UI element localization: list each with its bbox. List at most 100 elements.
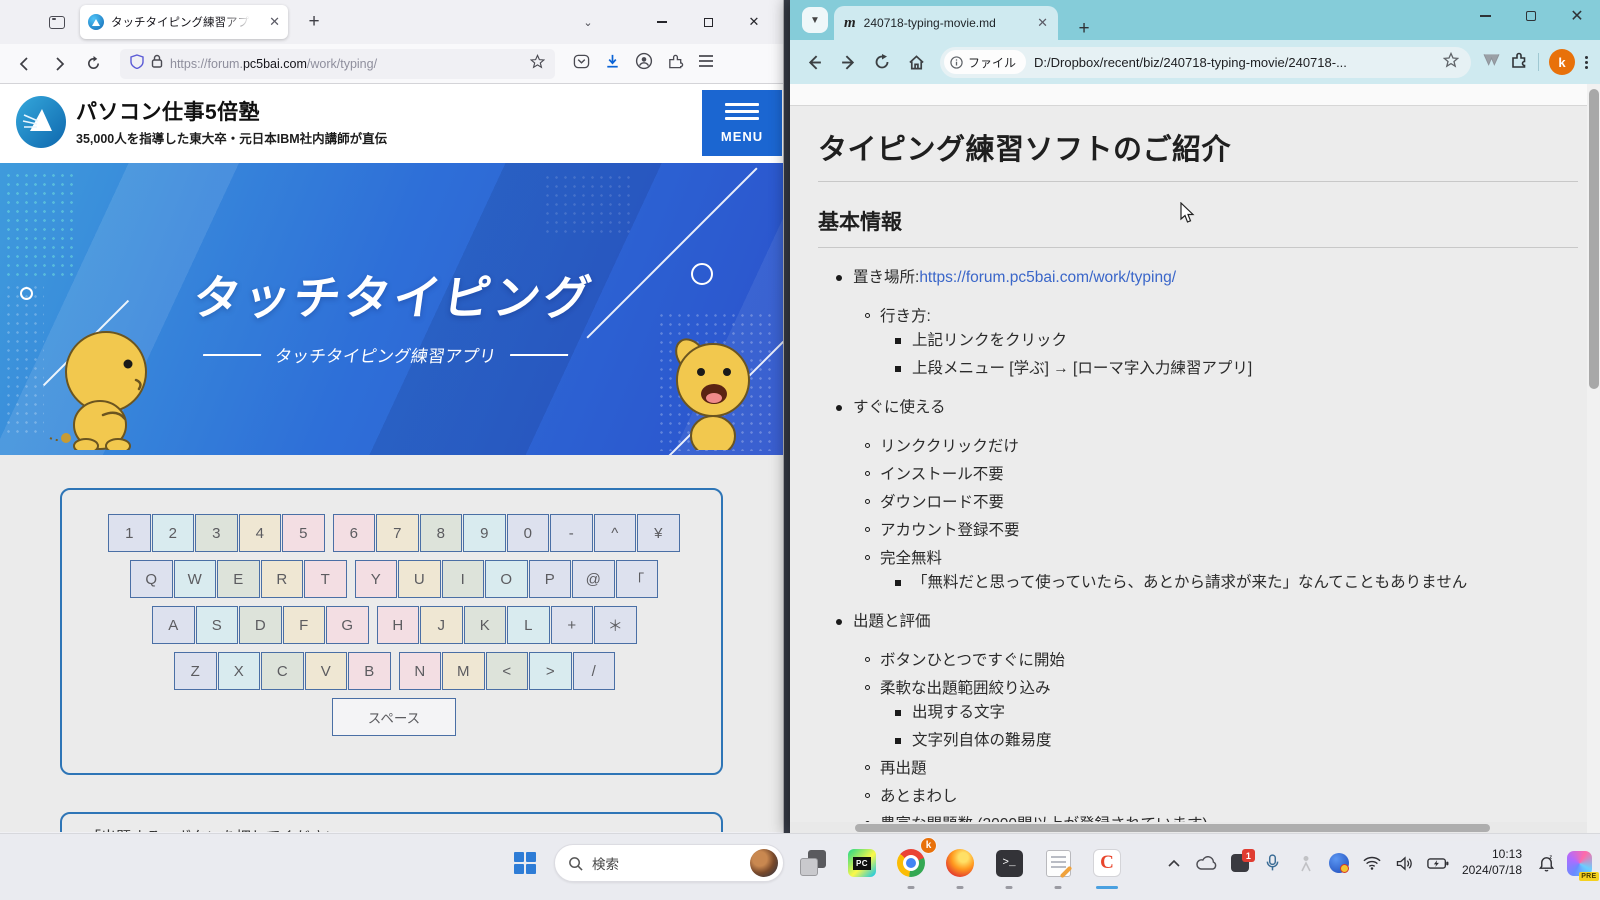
maximize-button[interactable] bbox=[1508, 0, 1554, 32]
pocket-icon[interactable] bbox=[573, 53, 590, 75]
new-tab-button[interactable]: + bbox=[300, 11, 328, 33]
maximize-button[interactable] bbox=[685, 5, 731, 39]
key-V[interactable]: V bbox=[305, 652, 348, 690]
account-icon[interactable] bbox=[635, 52, 653, 75]
taskbar-app-firefox[interactable] bbox=[940, 843, 980, 883]
key-8[interactable]: 8 bbox=[420, 514, 463, 552]
key-1[interactable]: 1 bbox=[108, 514, 151, 552]
reload-icon[interactable] bbox=[866, 47, 898, 77]
battery-icon[interactable] bbox=[1425, 846, 1451, 880]
doc-link[interactable]: https://forum.pc5bai.com/work/typing/ bbox=[919, 268, 1176, 288]
key-M[interactable]: M bbox=[442, 652, 485, 690]
taskbar-app-pycharm[interactable]: PC bbox=[842, 843, 882, 883]
notification-bell-dnd-icon[interactable]: z bbox=[1533, 846, 1559, 880]
key-¥[interactable]: ¥ bbox=[637, 514, 680, 552]
minimize-button[interactable] bbox=[639, 5, 685, 39]
key-9[interactable]: 9 bbox=[463, 514, 506, 552]
key-@[interactable]: @ bbox=[572, 560, 615, 598]
key-space[interactable]: スペース bbox=[332, 698, 456, 736]
file-scheme-chip[interactable]: ファイル bbox=[944, 50, 1026, 74]
tab-close-icon[interactable]: ✕ bbox=[269, 14, 280, 30]
pen-pairing-icon[interactable] bbox=[1293, 846, 1319, 880]
search-highlight-image[interactable] bbox=[750, 849, 778, 877]
key-2[interactable]: 2 bbox=[152, 514, 195, 552]
site-title[interactable]: パソコン仕事5倍塾 bbox=[76, 96, 260, 126]
copilot-icon[interactable]: PRE bbox=[1566, 846, 1592, 880]
list-tabs-chevron-icon[interactable]: ⌄ bbox=[571, 16, 605, 29]
address-bar[interactable]: ファイル D:/Dropbox/recent/biz/240718-typing… bbox=[940, 47, 1471, 78]
key-Z[interactable]: Z bbox=[174, 652, 217, 690]
close-button[interactable]: ✕ bbox=[1554, 0, 1600, 32]
tray-clock[interactable]: 10:13 2024/07/18 bbox=[1462, 847, 1522, 878]
key-3[interactable]: 3 bbox=[195, 514, 238, 552]
key-^[interactable]: ^ bbox=[594, 514, 637, 552]
key-R[interactable]: R bbox=[261, 560, 304, 598]
chrome-active-tab[interactable]: m 240718-typing-movie.md ✕ bbox=[834, 6, 1058, 40]
app-menu-icon[interactable] bbox=[698, 54, 714, 73]
key-I[interactable]: I bbox=[442, 560, 485, 598]
key-X[interactable]: X bbox=[218, 652, 261, 690]
taskbar-app-camtasia[interactable]: C bbox=[1087, 843, 1127, 883]
key-＊[interactable]: ＊ bbox=[594, 606, 637, 644]
tab-close-icon[interactable]: ✕ bbox=[1037, 15, 1048, 31]
taskbar-app-chrome[interactable]: k bbox=[891, 843, 931, 883]
key-5[interactable]: 5 bbox=[282, 514, 325, 552]
dropbox-icon[interactable]: 1 bbox=[1227, 846, 1253, 880]
volume-icon[interactable] bbox=[1392, 846, 1418, 880]
vimium-extension-icon[interactable] bbox=[1483, 53, 1500, 72]
taskbar-search[interactable]: 検索 bbox=[554, 844, 784, 882]
downloads-icon[interactable] bbox=[604, 53, 621, 75]
key-+[interactable]: + bbox=[551, 606, 594, 644]
key-Q[interactable]: Q bbox=[130, 560, 173, 598]
key->[interactable]: > bbox=[529, 652, 572, 690]
key-T[interactable]: T bbox=[304, 560, 347, 598]
new-tab-button[interactable]: + bbox=[1070, 18, 1098, 40]
start-button[interactable] bbox=[505, 843, 545, 883]
key-J[interactable]: J bbox=[420, 606, 463, 644]
key-P[interactable]: P bbox=[529, 560, 572, 598]
taskbar-app-notepad[interactable] bbox=[1038, 843, 1078, 883]
key-6[interactable]: 6 bbox=[333, 514, 376, 552]
taskbar-app-desktops[interactable] bbox=[793, 843, 833, 883]
microphone-icon[interactable] bbox=[1260, 846, 1286, 880]
profile-avatar[interactable]: k bbox=[1549, 49, 1575, 75]
tab-search-icon[interactable]: ▼ bbox=[802, 7, 828, 33]
horizontal-scrollbar-thumb[interactable] bbox=[855, 824, 1490, 832]
tracking-shield-icon[interactable] bbox=[130, 54, 144, 74]
blue-globe-app-icon[interactable] bbox=[1326, 846, 1352, 880]
bookmark-star-icon[interactable] bbox=[530, 54, 545, 74]
taskbar-app-terminal[interactable]: >_ bbox=[989, 843, 1029, 883]
key-H[interactable]: H bbox=[377, 606, 420, 644]
lock-icon[interactable] bbox=[151, 54, 163, 73]
firefox-view-icon[interactable] bbox=[42, 7, 72, 37]
bookmark-star-icon[interactable] bbox=[1443, 52, 1459, 73]
key-4[interactable]: 4 bbox=[239, 514, 282, 552]
key-G[interactable]: G bbox=[326, 606, 369, 644]
forward-icon[interactable] bbox=[44, 50, 74, 78]
key-Y[interactable]: Y bbox=[355, 560, 398, 598]
firefox-active-tab[interactable]: タッチタイピング練習アプリへようこそ ✕ bbox=[80, 5, 288, 39]
key-/[interactable]: / bbox=[573, 652, 616, 690]
key-S[interactable]: S bbox=[196, 606, 239, 644]
key-A[interactable]: A bbox=[152, 606, 195, 644]
key--[interactable]: - bbox=[550, 514, 593, 552]
key-E[interactable]: E bbox=[217, 560, 260, 598]
key-W[interactable]: W bbox=[174, 560, 217, 598]
minimize-button[interactable] bbox=[1462, 0, 1508, 32]
home-icon[interactable] bbox=[900, 47, 932, 77]
key-<[interactable]: < bbox=[486, 652, 529, 690]
key-B[interactable]: B bbox=[348, 652, 391, 690]
chrome-menu-icon[interactable] bbox=[1585, 56, 1588, 69]
key-K[interactable]: K bbox=[464, 606, 507, 644]
key-0[interactable]: 0 bbox=[507, 514, 550, 552]
key-L[interactable]: L bbox=[507, 606, 550, 644]
extensions-icon[interactable] bbox=[667, 53, 684, 75]
key-「[interactable]: 「 bbox=[616, 560, 659, 598]
onedrive-cloud-icon[interactable] bbox=[1194, 846, 1220, 880]
site-logo-icon[interactable] bbox=[14, 95, 68, 154]
forward-icon[interactable] bbox=[832, 47, 864, 77]
key-F[interactable]: F bbox=[283, 606, 326, 644]
key-U[interactable]: U bbox=[398, 560, 441, 598]
tray-expand-chevron-icon[interactable] bbox=[1161, 846, 1187, 880]
key-D[interactable]: D bbox=[239, 606, 282, 644]
